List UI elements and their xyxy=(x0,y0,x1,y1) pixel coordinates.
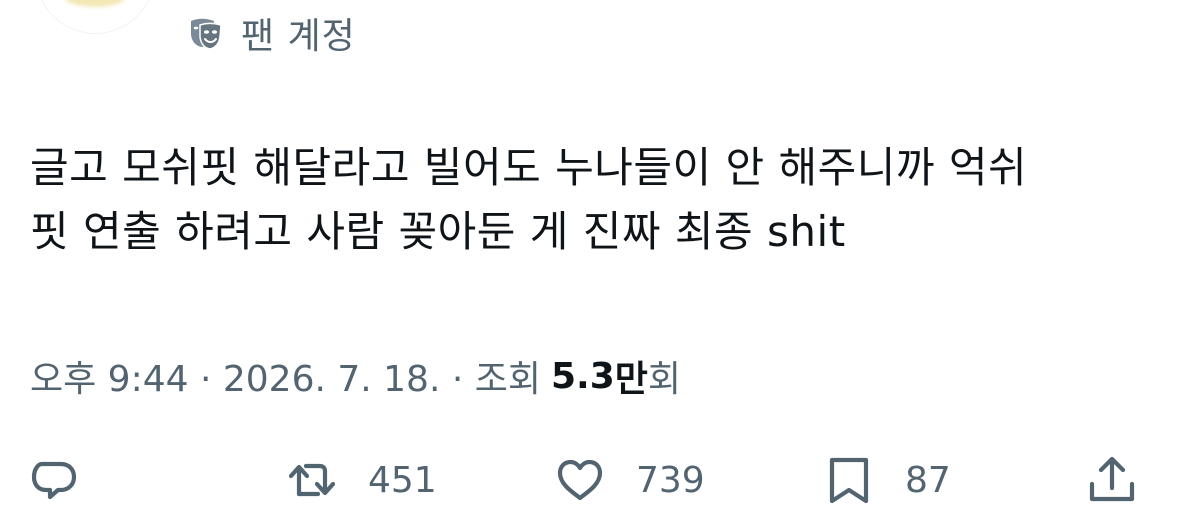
retweet-count: 451 xyxy=(368,459,437,501)
views-count: 5.3 xyxy=(550,355,615,397)
tweet-text-line: 글고 모쉬핏 해달라고 빌어도 누나들이 안 해주니까 억쉬 xyxy=(30,143,1028,192)
masks-icon xyxy=(188,15,224,51)
timestamp[interactable]: 오후 9:44 · 2026. 7. 18. · 조회 xyxy=(30,350,541,402)
share-button[interactable] xyxy=(1086,448,1138,512)
fan-account-badge: 팬 계정 xyxy=(188,10,356,57)
views-suffix: 회 xyxy=(647,359,682,400)
views-unit: 만 xyxy=(614,359,648,400)
like-button[interactable]: 739 xyxy=(554,448,705,512)
retweet-button[interactable]: 451 xyxy=(286,448,437,512)
tweet-text: 글고 모쉬핏 해달라고 빌어도 누나들이 안 해주니까 억쉬 핏 연출 하려고 … xyxy=(30,136,1150,264)
heart-icon xyxy=(554,454,606,506)
bookmark-button[interactable]: 87 xyxy=(823,448,951,512)
avatar[interactable] xyxy=(35,0,155,34)
avatar-image xyxy=(64,0,126,7)
bookmark-count: 87 xyxy=(905,459,951,501)
like-count: 739 xyxy=(636,459,705,501)
share-icon xyxy=(1086,454,1138,506)
tweet-text-line: 핏 연출 하려고 사람 꽂아둔 게 진짜 최종 shit xyxy=(30,207,846,256)
reply-button[interactable] xyxy=(28,448,80,512)
tweet-meta: 오후 9:44 · 2026. 7. 18. · 조회 5.3 만 회 xyxy=(30,350,681,402)
action-bar: 451 739 87 xyxy=(0,448,1178,512)
fan-account-label: 팬 계정 xyxy=(241,16,356,57)
reply-icon xyxy=(28,454,80,506)
retweet-icon xyxy=(286,454,338,506)
bookmark-icon xyxy=(823,454,875,506)
